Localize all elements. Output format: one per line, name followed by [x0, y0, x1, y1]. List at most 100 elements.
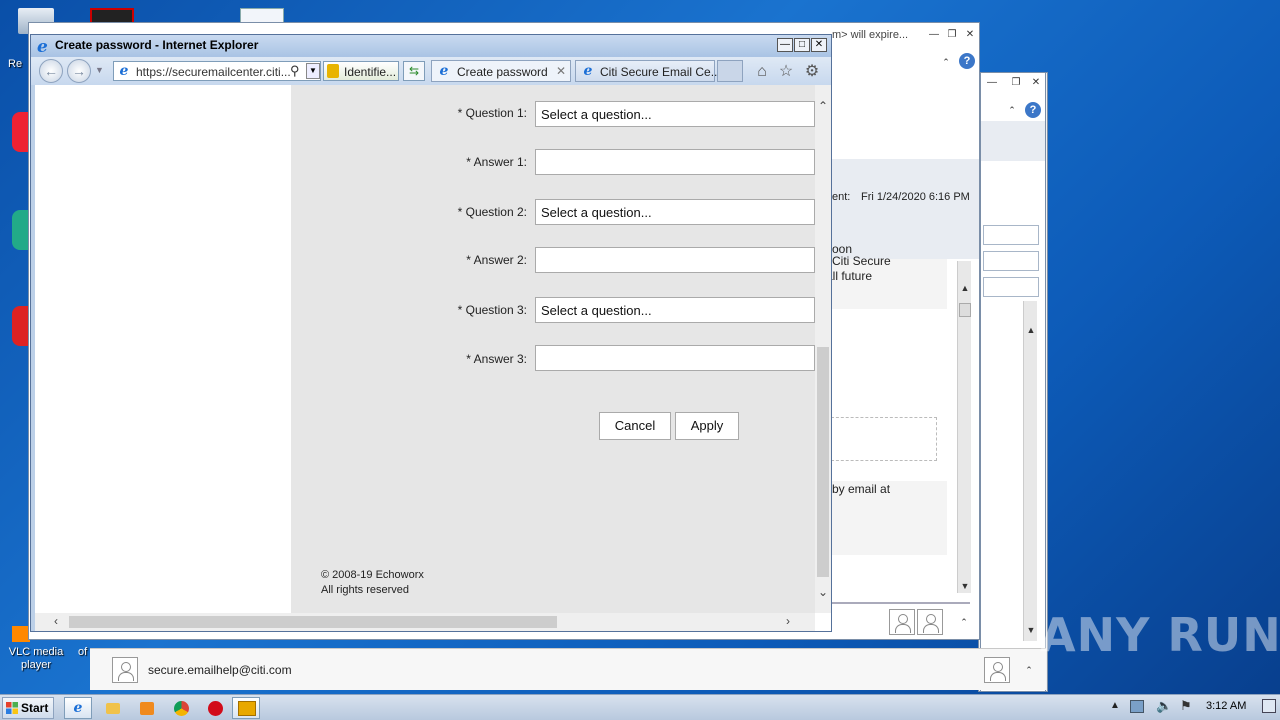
start-label: Start	[21, 701, 49, 715]
volume-icon[interactable]: 🔈	[1156, 698, 1172, 714]
message-header	[831, 159, 979, 259]
tab-close-icon[interactable]: ✕	[556, 64, 566, 78]
question1-label: * Question 1:	[457, 106, 527, 120]
chrome-icon	[174, 701, 189, 716]
expand-people-pane-icon[interactable]: ⌃	[957, 615, 971, 629]
message-scrollbar[interactable]: ▲ ▼	[957, 261, 971, 593]
contact-photo-icon[interactable]	[889, 609, 915, 635]
question3-select[interactable]: Select a question...	[535, 297, 815, 323]
show-hidden-icons[interactable]: ▲	[1110, 700, 1120, 711]
show-desktop-button[interactable]	[1262, 699, 1276, 713]
restore-icon[interactable]: ❐	[945, 29, 959, 41]
tab-citi-secure-email[interactable]: e Citi Secure Email Ce...	[575, 60, 721, 82]
home-icon[interactable]: ⌂	[753, 63, 771, 81]
restore-icon[interactable]: ❐	[1009, 77, 1023, 89]
lock-icon	[327, 64, 339, 78]
scroll-thumb[interactable]	[959, 303, 971, 317]
left-panel	[35, 85, 291, 613]
ie-logo-icon: e	[37, 37, 48, 57]
action-center-flag-icon[interactable]: ⚑	[1180, 698, 1192, 714]
cancel-button[interactable]: Cancel	[599, 412, 671, 440]
scroll-right-icon[interactable]: ›	[781, 614, 795, 628]
page-horizontal-scrollbar[interactable]: ‹ ›	[35, 613, 815, 631]
scroll-up-icon[interactable]: ▲	[958, 281, 972, 295]
address-bar[interactable]: e https://securemailcenter.citi... ⚲ ▼	[113, 61, 321, 81]
desktop-shortcut-icon[interactable]	[12, 306, 28, 346]
taskbar-ie-icon[interactable]: e	[64, 697, 92, 719]
outlook-back-panel: — ❐ ✕ ⌃ ? ▲ ▼	[980, 72, 1046, 692]
scroll-down-icon[interactable]: ⌄	[816, 585, 830, 599]
new-tab-button[interactable]	[717, 60, 743, 82]
question1-select[interactable]: Select a question...	[535, 101, 815, 127]
answer2-input[interactable]	[535, 247, 815, 273]
refresh-icon[interactable]: ⇆	[403, 61, 425, 81]
maximize-icon[interactable]: □	[794, 38, 810, 52]
help-icon[interactable]: ?	[1025, 102, 1041, 118]
help-icon[interactable]: ?	[959, 53, 975, 69]
taskbar-opera-icon[interactable]	[200, 697, 228, 719]
scroll-up-icon[interactable]: ⌃	[816, 99, 830, 113]
message-body-text: by email at	[832, 482, 891, 496]
copyright-line1: © 2008-19 Echoworx	[321, 569, 424, 581]
search-icon[interactable]: ⚲	[290, 63, 300, 79]
scroll-up-icon[interactable]: ▲	[1024, 323, 1038, 337]
taskbar-media-player-icon[interactable]	[132, 697, 160, 719]
tab-ie-icon: e	[583, 63, 593, 79]
close-icon[interactable]: ✕	[963, 29, 977, 41]
sent-value: Fri 1/24/2020 6:16 PM	[861, 191, 970, 203]
desktop-label-of: of	[78, 646, 88, 658]
desktop-shortcut-icon[interactable]	[12, 210, 28, 250]
network-icon[interactable]	[1130, 700, 1144, 713]
outlook-window-title: m> will expire...	[832, 29, 909, 41]
taskbar-outlook-icon[interactable]	[232, 697, 260, 719]
settings-gear-icon[interactable]: ⚙	[803, 63, 821, 81]
anyrun-watermark: ANY RUN	[1040, 608, 1280, 662]
answer3-input[interactable]	[535, 345, 815, 371]
outlook-back-scrollbar[interactable]: ▲ ▼	[1023, 301, 1037, 641]
close-icon[interactable]: ✕	[811, 38, 827, 52]
answer2-label: * Answer 2:	[466, 253, 527, 267]
back-button[interactable]: ←	[39, 59, 63, 83]
ie-titlebar[interactable]: e Create password - Internet Explorer — …	[31, 35, 831, 57]
message-body-text: i Citi Secure	[826, 254, 891, 268]
expand-people-pane-icon[interactable]: ⌃	[1022, 663, 1036, 677]
scroll-down-icon[interactable]: ▼	[1024, 623, 1038, 637]
forward-button[interactable]: →	[67, 59, 91, 83]
start-button[interactable]: Start	[2, 697, 54, 719]
scroll-thumb[interactable]	[69, 616, 557, 628]
outlook-back-field[interactable]	[983, 277, 1039, 297]
scroll-thumb[interactable]	[817, 347, 829, 577]
close-icon[interactable]: ✕	[1029, 77, 1043, 89]
answer1-input[interactable]	[535, 149, 815, 175]
minimize-icon[interactable]: —	[927, 29, 941, 41]
scroll-down-icon[interactable]: ▼	[958, 579, 972, 593]
identified-by-badge[interactable]: Identifie...	[323, 61, 399, 81]
taskbar-explorer-icon[interactable]	[98, 697, 126, 719]
message-body-text: all future	[826, 269, 873, 283]
desktop-shortcut-icon[interactable]	[12, 112, 28, 152]
outlook-back-field[interactable]	[983, 225, 1039, 245]
address-dropdown-icon[interactable]: ▼	[306, 63, 320, 79]
history-dropdown-icon[interactable]: ▼	[95, 65, 104, 75]
contact-photo-icon[interactable]	[112, 657, 138, 683]
outlook-back-field[interactable]	[983, 251, 1039, 271]
minimize-icon[interactable]: —	[985, 77, 999, 89]
contact-photo-icon[interactable]	[917, 609, 943, 635]
minimize-icon[interactable]: —	[777, 38, 793, 52]
question2-select[interactable]: Select a question...	[535, 199, 815, 225]
favorites-star-icon[interactable]: ☆	[777, 63, 795, 81]
outlook-back-header	[981, 121, 1045, 161]
ie-icon: e	[73, 700, 83, 716]
taskbar-chrome-icon[interactable]	[166, 697, 194, 719]
identified-text: Identifie...	[344, 65, 397, 79]
message-body-box	[831, 417, 937, 461]
collapse-ribbon-icon[interactable]: ⌃	[939, 55, 953, 69]
contact-email[interactable]: secure.emailhelp@citi.com	[148, 663, 292, 677]
collapse-ribbon-icon[interactable]: ⌃	[1005, 103, 1019, 117]
page-vertical-scrollbar[interactable]: ⌃ ⌄	[815, 85, 831, 613]
apply-button[interactable]: Apply	[675, 412, 739, 440]
tab-create-password[interactable]: e Create password ✕	[431, 60, 571, 82]
taskbar-clock[interactable]: 3:12 AM	[1206, 700, 1246, 712]
contact-photo-icon[interactable]	[984, 657, 1010, 683]
scroll-left-icon[interactable]: ‹	[49, 614, 63, 628]
